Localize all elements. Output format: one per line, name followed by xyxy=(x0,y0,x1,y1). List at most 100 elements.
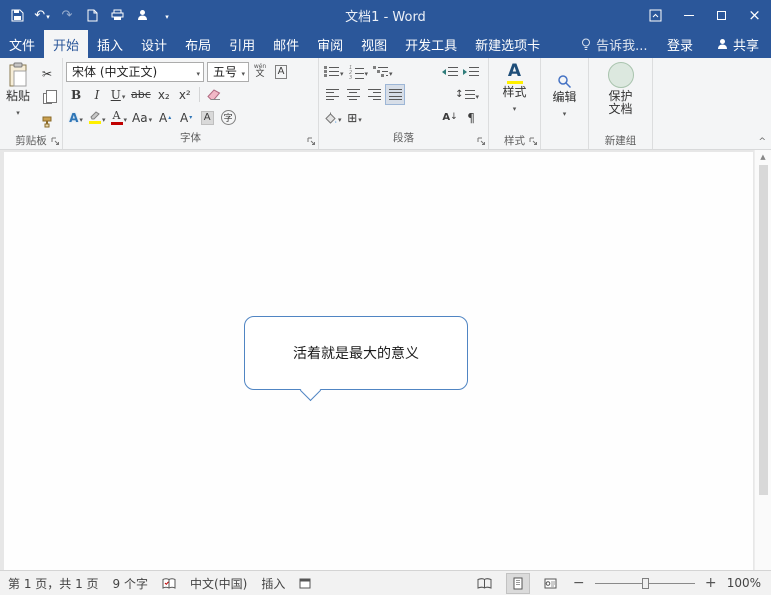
print-layout-button[interactable] xyxy=(506,573,530,594)
collapse-ribbon-button[interactable]: ^ xyxy=(758,137,766,147)
font-color-button[interactable]: A xyxy=(109,107,130,128)
numbered-list-icon xyxy=(349,66,364,77)
web-layout-button[interactable] xyxy=(539,573,563,594)
tab-insert[interactable]: 插入 xyxy=(88,30,132,58)
print-button[interactable] xyxy=(106,3,128,27)
align-center-button[interactable] xyxy=(343,84,363,105)
new-file-button[interactable] xyxy=(81,3,103,27)
lightbulb-icon xyxy=(581,38,591,51)
styles-group: A 样式 样式 xyxy=(489,58,541,149)
customize-qat-button[interactable] xyxy=(156,3,178,27)
format-painter-button[interactable] xyxy=(35,111,59,132)
tab-layout[interactable]: 布局 xyxy=(176,30,220,58)
maximize-button[interactable] xyxy=(705,0,738,30)
tab-home[interactable]: 开始 xyxy=(44,30,88,58)
strikethrough-button[interactable]: abc xyxy=(129,84,153,105)
multilevel-list-button[interactable] xyxy=(371,61,395,82)
italic-button[interactable]: I xyxy=(87,84,107,105)
tell-me-box[interactable]: 告诉我... xyxy=(575,30,653,58)
subscript-button[interactable]: x₂ xyxy=(154,84,174,105)
clear-formatting-button[interactable] xyxy=(204,84,224,105)
justify-button[interactable] xyxy=(385,84,405,105)
minimize-icon xyxy=(684,15,694,16)
change-case-dropdown-icon xyxy=(149,112,153,124)
clipboard-dialog-launcher-icon[interactable] xyxy=(51,137,60,146)
change-case-button[interactable]: Aa xyxy=(130,107,154,128)
ribbon-display-options-button[interactable] xyxy=(639,0,672,30)
shading-button[interactable] xyxy=(322,107,344,128)
tab-developer[interactable]: 开发工具 xyxy=(396,30,466,58)
decrease-indent-button[interactable] xyxy=(440,61,460,82)
shrink-font-button[interactable]: A xyxy=(176,107,196,128)
superscript-button[interactable]: x² xyxy=(175,84,195,105)
borders-button[interactable]: ⊞ xyxy=(345,107,365,128)
share-qat-button[interactable] xyxy=(131,3,153,27)
format-painter-icon xyxy=(41,116,53,128)
line-spacing-button[interactable]: ↕ xyxy=(453,84,481,105)
tab-review[interactable]: 审阅 xyxy=(308,30,352,58)
word-count[interactable]: 9 个字 xyxy=(113,575,148,592)
proofing-status-button[interactable] xyxy=(162,578,176,589)
insert-mode-indicator[interactable]: 插入 xyxy=(261,575,285,592)
speech-bubble-shape[interactable]: 活着就是最大的意义 xyxy=(244,316,468,390)
protect-document-button[interactable]: 保护文档 xyxy=(592,60,649,132)
page-indicator[interactable]: 第 1 页，共 1 页 xyxy=(8,575,99,592)
tab-design[interactable]: 设计 xyxy=(132,30,176,58)
bold-button[interactable]: B xyxy=(66,84,86,105)
zoom-in-button[interactable]: + xyxy=(704,575,718,591)
tab-mailings[interactable]: 邮件 xyxy=(264,30,308,58)
styles-label: 样式 xyxy=(503,86,527,99)
zoom-slider[interactable] xyxy=(595,576,695,591)
grow-font-button[interactable]: A xyxy=(155,107,175,128)
character-shading-button[interactable]: A xyxy=(197,107,217,128)
language-indicator[interactable]: 中文(中国) xyxy=(190,575,247,592)
macro-record-button[interactable] xyxy=(299,578,311,589)
minimize-button[interactable] xyxy=(672,0,705,30)
font-name-select[interactable]: 宋体 (中文正文) xyxy=(66,62,204,82)
save-button[interactable] xyxy=(6,3,28,27)
styles-button[interactable]: A 样式 xyxy=(492,60,537,132)
paragraph-dialog-launcher-icon[interactable] xyxy=(477,137,486,146)
highlight-button[interactable] xyxy=(87,107,108,128)
numbering-button[interactable] xyxy=(347,61,371,82)
find-icon xyxy=(557,74,572,89)
ribbon-display-options-icon xyxy=(649,9,662,22)
font-size-select[interactable]: 五号 xyxy=(207,62,249,82)
scrollbar-thumb[interactable] xyxy=(759,165,768,495)
editing-button[interactable]: 编辑 xyxy=(544,60,585,132)
show-formatting-marks-button[interactable]: ¶ xyxy=(461,107,481,128)
read-mode-button[interactable] xyxy=(473,573,497,594)
new-file-icon xyxy=(87,9,98,22)
share-button[interactable]: 共享 xyxy=(705,30,771,58)
pinyin-guide-button[interactable]: wén文 xyxy=(250,61,270,82)
undo-button[interactable]: ↶ xyxy=(31,3,53,27)
align-left-button[interactable] xyxy=(322,84,342,105)
character-border-button[interactable]: A xyxy=(271,61,291,82)
zoom-level-button[interactable]: 100% xyxy=(727,576,761,590)
zoom-out-button[interactable]: − xyxy=(572,575,586,591)
styles-dialog-launcher-icon[interactable] xyxy=(529,137,538,146)
cut-button[interactable]: ✂ xyxy=(35,63,59,84)
repeat-button[interactable]: ↷ xyxy=(56,3,78,27)
align-right-button[interactable] xyxy=(364,84,384,105)
font-dialog-launcher-icon[interactable] xyxy=(307,137,316,146)
tab-custom[interactable]: 新建选项卡 xyxy=(466,30,549,58)
copy-button[interactable] xyxy=(35,87,59,108)
vertical-scrollbar[interactable]: ▲ xyxy=(754,150,771,570)
tab-view[interactable]: 视图 xyxy=(352,30,396,58)
bullets-button[interactable] xyxy=(322,61,346,82)
scroll-up-icon[interactable]: ▲ xyxy=(760,150,765,161)
paste-button[interactable]: 粘贴 xyxy=(3,60,33,132)
tab-file[interactable]: 文件 xyxy=(0,30,44,58)
close-button[interactable]: × xyxy=(738,0,771,30)
underline-button[interactable]: U xyxy=(108,84,128,105)
increase-indent-button[interactable] xyxy=(461,61,481,82)
sort-button[interactable]: A↓ xyxy=(440,107,460,128)
document-page[interactable]: 活着就是最大的意义 xyxy=(4,152,753,570)
zoom-slider-thumb[interactable] xyxy=(642,578,649,589)
enclose-characters-button[interactable]: 字 xyxy=(218,107,238,128)
tab-references[interactable]: 引用 xyxy=(220,30,264,58)
quick-access-toolbar: ↶ ↷ xyxy=(0,3,178,27)
text-effects-button[interactable]: A xyxy=(66,107,86,128)
sign-in-button[interactable]: 登录 xyxy=(655,30,705,58)
